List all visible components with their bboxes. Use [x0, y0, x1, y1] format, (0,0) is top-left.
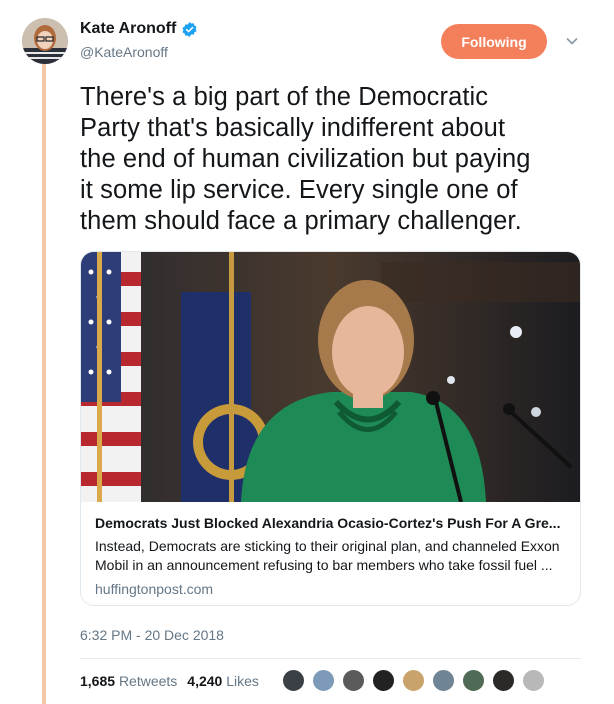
liker-avatar[interactable] — [281, 668, 306, 693]
card-body[interactable]: Democrats Just Blocked Alexandria Ocasio… — [95, 514, 565, 599]
liker-avatar[interactable] — [371, 668, 396, 693]
likes-stat[interactable]: 4,240 Likes — [187, 673, 259, 689]
liker-avatar[interactable] — [311, 668, 336, 693]
liker-avatar[interactable] — [431, 668, 456, 693]
link-card[interactable]: Democrats Just Blocked Alexandria Ocasio… — [80, 251, 581, 606]
card-domain: huffingtonpost.com — [95, 581, 214, 597]
author-name-row[interactable]: Kate Aronoff — [80, 20, 198, 38]
tweet-timestamp[interactable]: 6:32 PM - 20 Dec 2018 — [80, 627, 224, 643]
thread-line — [42, 64, 46, 704]
likes-count: 4,240 — [187, 673, 223, 689]
liker-avatar[interactable] — [341, 668, 366, 693]
following-button[interactable]: Following — [441, 24, 547, 59]
likers-avatars — [281, 668, 551, 693]
divider — [80, 658, 581, 659]
card-image — [81, 252, 580, 502]
liker-avatar[interactable] — [461, 668, 486, 693]
card-description: Instead, Democrats are sticking to their… — [95, 538, 560, 573]
verified-badge-icon — [181, 21, 198, 38]
liker-avatar[interactable] — [491, 668, 516, 693]
retweets-count: 1,685 — [80, 673, 116, 689]
chevron-down-icon[interactable] — [565, 34, 579, 48]
author-handle[interactable]: @KateAronoff — [80, 44, 168, 60]
author-name[interactable]: Kate Aronoff — [80, 20, 176, 38]
retweets-stat[interactable]: 1,685 Retweets — [80, 673, 177, 689]
liker-avatar[interactable] — [521, 668, 546, 693]
likes-label: Likes — [226, 673, 259, 689]
retweets-label: Retweets — [118, 673, 178, 689]
liker-avatar[interactable] — [401, 668, 426, 693]
tweet-text: There's a big part of the Democratic Par… — [80, 83, 531, 235]
tweet-stats: 1,685 Retweets 4,240 Likes — [80, 673, 259, 689]
avatar[interactable] — [22, 18, 68, 64]
card-title[interactable]: Democrats Just Blocked Alexandria Ocasio… — [95, 514, 565, 532]
